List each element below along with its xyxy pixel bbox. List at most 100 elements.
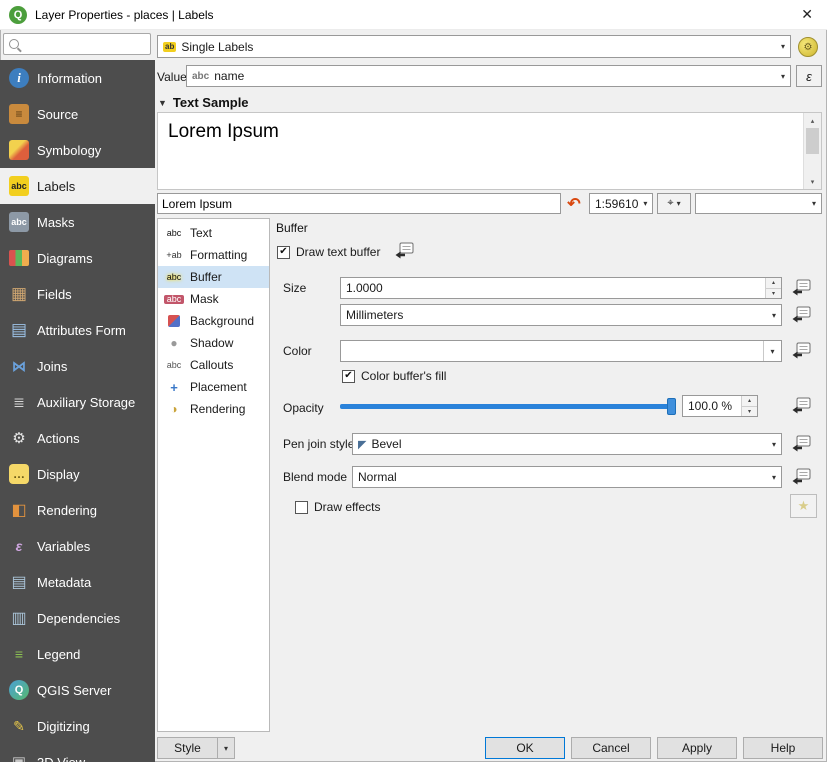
sidebar-item-labels[interactable]: abcLabels bbox=[0, 168, 155, 204]
sidebar-item-source[interactable]: ≡Source bbox=[0, 96, 155, 132]
expression-builder-button[interactable]: ε bbox=[796, 65, 822, 87]
sidebar-item-attributes-form[interactable]: ▤Attributes Form bbox=[0, 312, 155, 348]
label-settings-tab-list: abcText +abFormatting abcBuffer abcMask … bbox=[157, 218, 270, 732]
spin-up-icon[interactable]: ▴ bbox=[742, 396, 757, 407]
sidebar-item-3d-view[interactable]: ▣3D View bbox=[0, 744, 155, 762]
tab-rendering[interactable]: ◑Rendering bbox=[158, 398, 269, 420]
placement-tab-icon: + bbox=[162, 381, 186, 394]
tab-background[interactable]: Background bbox=[158, 310, 269, 332]
sidebar-search[interactable] bbox=[3, 33, 151, 55]
slider-handle[interactable] bbox=[667, 398, 676, 415]
scroll-down-icon[interactable]: ▾ bbox=[804, 174, 821, 189]
tab-text[interactable]: abcText bbox=[158, 222, 269, 244]
data-defined-override-button[interactable] bbox=[789, 305, 813, 325]
scrollbar-thumb[interactable] bbox=[806, 128, 819, 154]
apply-button[interactable]: Apply bbox=[657, 737, 737, 759]
tab-callouts[interactable]: abcCallouts bbox=[158, 354, 269, 376]
pen-join-style-combo[interactable]: ◤ Bevel ▾ bbox=[352, 433, 782, 455]
star-icon: ★ bbox=[798, 498, 810, 514]
reset-sample-button[interactable]: ↶ bbox=[563, 193, 585, 214]
sidebar-item-actions[interactable]: ⚙Actions bbox=[0, 420, 155, 456]
search-input[interactable] bbox=[24, 36, 145, 52]
field-type-icon: abc bbox=[192, 71, 209, 82]
sidebar-item-diagrams[interactable]: Diagrams bbox=[0, 240, 155, 276]
preview-background-combo[interactable]: ▾ bbox=[695, 193, 822, 214]
chevron-down-icon: ▾ bbox=[812, 199, 816, 208]
buffer-color-picker[interactable]: ▾ bbox=[340, 340, 782, 362]
effects-customize-button[interactable]: ★ bbox=[790, 494, 817, 518]
sidebar-item-dependencies[interactable]: ▥Dependencies bbox=[0, 600, 155, 636]
sidebar-item-digitizing[interactable]: ✎Digitizing bbox=[0, 708, 155, 744]
data-defined-override-button[interactable] bbox=[789, 341, 813, 361]
variables-icon: ε bbox=[9, 536, 29, 556]
opacity-slider[interactable] bbox=[340, 397, 676, 416]
close-icon[interactable]: ✕ bbox=[801, 6, 813, 23]
help-button[interactable]: Help bbox=[743, 737, 823, 759]
formatting-tab-icon: +ab bbox=[162, 251, 186, 260]
sidebar-item-information[interactable]: iInformation bbox=[0, 60, 155, 96]
spin-down-icon[interactable]: ▾ bbox=[742, 407, 757, 417]
sidebar-item-masks[interactable]: abcMasks bbox=[0, 204, 155, 240]
ok-button[interactable]: OK bbox=[485, 737, 565, 759]
preview-scrollbar[interactable]: ▴ ▾ bbox=[803, 113, 821, 189]
spin-up-icon[interactable]: ▴ bbox=[766, 278, 781, 289]
symbology-icon bbox=[9, 140, 29, 160]
sidebar-item-label: Actions bbox=[37, 431, 80, 446]
style-menu-button[interactable]: Style ▾ bbox=[157, 737, 235, 759]
tab-label: Shadow bbox=[190, 336, 233, 350]
check-icon: ✔ bbox=[279, 247, 287, 257]
tab-formatting[interactable]: +abFormatting bbox=[158, 244, 269, 266]
sidebar-item-legend[interactable]: ≡Legend bbox=[0, 636, 155, 672]
sidebar-item-auxiliary-storage[interactable]: ≣Auxiliary Storage bbox=[0, 384, 155, 420]
slider-track[interactable] bbox=[340, 404, 676, 409]
sample-scale-combo[interactable]: 1:59610 ▾ bbox=[589, 193, 653, 214]
sidebar-item-display[interactable]: …Display bbox=[0, 456, 155, 492]
sample-text-input[interactable] bbox=[157, 193, 561, 214]
sidebar-item-fields[interactable]: ▦Fields bbox=[0, 276, 155, 312]
draw-text-buffer-checkbox[interactable]: ✔ Draw text buffer bbox=[277, 245, 380, 259]
data-defined-override-button[interactable] bbox=[789, 396, 813, 416]
checkbox-box[interactable]: ✔ bbox=[342, 370, 355, 383]
legend-icon: ≡ bbox=[9, 644, 29, 664]
opacity-spinbox[interactable]: 100.0 % ▴▾ bbox=[682, 395, 758, 417]
scroll-up-icon[interactable]: ▴ bbox=[804, 113, 821, 128]
spin-down-icon[interactable]: ▾ bbox=[766, 289, 781, 299]
data-defined-override-button[interactable] bbox=[789, 278, 813, 298]
sidebar-item-metadata[interactable]: ▤Metadata bbox=[0, 564, 155, 600]
sidebar-item-rendering[interactable]: ◧Rendering bbox=[0, 492, 155, 528]
tab-buffer[interactable]: abcBuffer bbox=[158, 266, 269, 288]
value-field-combo[interactable]: abc name ▾ bbox=[186, 65, 791, 87]
sidebar-item-qgis-server[interactable]: QQGIS Server bbox=[0, 672, 155, 708]
automated-placement-settings-button[interactable]: ⚙ bbox=[796, 36, 820, 58]
map-scale-capture-button[interactable]: ⌖ ▾ bbox=[657, 193, 691, 214]
data-defined-override-button[interactable] bbox=[392, 241, 416, 261]
blend-mode-combo[interactable]: Normal ▾ bbox=[352, 466, 782, 488]
sidebar-item-label: QGIS Server bbox=[37, 683, 111, 698]
sidebar-item-variables[interactable]: εVariables bbox=[0, 528, 155, 564]
collapse-triangle-icon[interactable]: ▼ bbox=[158, 98, 167, 108]
sidebar-item-symbology[interactable]: Symbology bbox=[0, 132, 155, 168]
sidebar-item-label: Auxiliary Storage bbox=[37, 395, 135, 410]
buffer-size-spinbox[interactable]: 1.0000 ▴▾ bbox=[340, 277, 782, 299]
checkbox-box[interactable]: ✔ bbox=[277, 246, 290, 259]
label-mode-combo[interactable]: ab Single Labels ▾ bbox=[157, 35, 791, 58]
chevron-down-icon[interactable]: ▾ bbox=[763, 341, 781, 361]
tab-shadow[interactable]: ● Shadow bbox=[158, 332, 269, 354]
tab-mask[interactable]: abcMask bbox=[158, 288, 269, 310]
sidebar-item-joins[interactable]: ⋈Joins bbox=[0, 348, 155, 384]
data-defined-override-button[interactable] bbox=[789, 467, 813, 487]
color-buffers-fill-checkbox[interactable]: ✔ Color buffer's fill bbox=[342, 369, 446, 383]
data-defined-override-button[interactable] bbox=[789, 434, 813, 454]
buffer-units-combo[interactable]: Millimeters ▾ bbox=[340, 304, 782, 326]
digitizing-icon: ✎ bbox=[9, 716, 29, 736]
masks-icon: abc bbox=[9, 212, 29, 232]
value-field-name: name bbox=[214, 69, 244, 83]
shadow-tab-icon: ● bbox=[162, 337, 186, 349]
ok-button-label: OK bbox=[516, 741, 533, 755]
text-sample-section-header[interactable]: ▼ Text Sample bbox=[158, 95, 249, 110]
tab-placement[interactable]: +Placement bbox=[158, 376, 269, 398]
checkbox-box[interactable] bbox=[295, 501, 308, 514]
cancel-button[interactable]: Cancel bbox=[571, 737, 651, 759]
scrollbar-track[interactable] bbox=[804, 128, 821, 174]
draw-effects-checkbox[interactable]: Draw effects bbox=[295, 500, 380, 514]
